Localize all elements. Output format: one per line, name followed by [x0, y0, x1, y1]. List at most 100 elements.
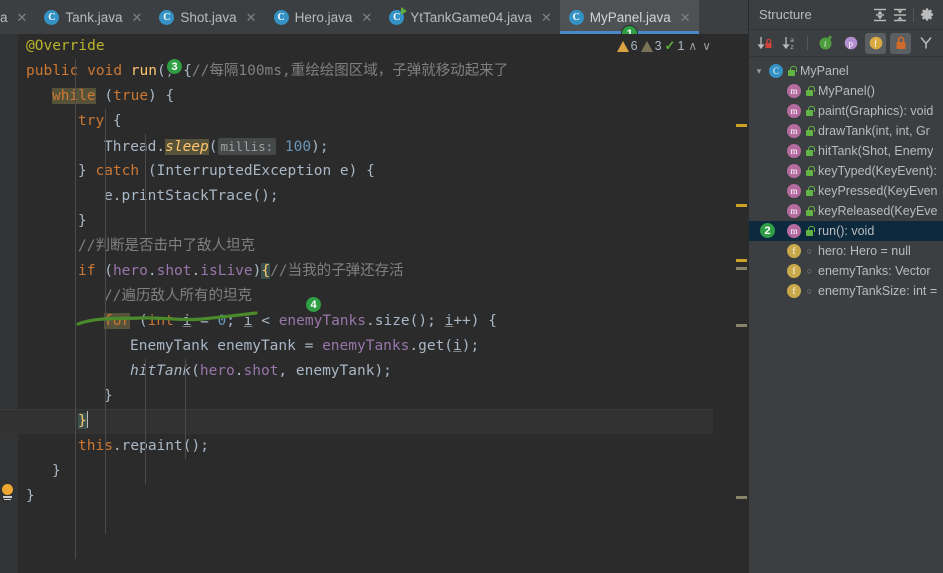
structure-tree[interactable]: ▾ C MyPanel m MyPanel() m paint(Graphics): voi… — [749, 57, 943, 301]
code-line[interactable]: } — [0, 209, 713, 234]
error-stripe-scrollbar[interactable] — [735, 34, 748, 573]
tab-close-icon[interactable]: ✕ — [131, 11, 142, 24]
code-line[interactable]: e.printStackTrace(); — [0, 184, 713, 209]
next-problem-chevron-icon[interactable]: ∨ — [701, 39, 712, 53]
structure-item-label: run(): void — [818, 224, 875, 238]
editor-tab-label: Shot.java — [180, 9, 237, 25]
inspection-status-widget[interactable]: 6 3 ✓ 1 ∧ ∨ — [616, 38, 712, 54]
error-stripe-mark[interactable] — [736, 267, 747, 270]
structure-item-keyreleased-keyeve[interactable]: m keyReleased(KeyEve — [749, 201, 943, 221]
error-stripe-mark[interactable] — [736, 496, 747, 499]
method-icon: m — [787, 104, 801, 118]
code-line[interactable]: try { — [0, 109, 713, 134]
code-line[interactable]: } — [0, 459, 713, 484]
tab-close-icon[interactable]: ✕ — [361, 11, 372, 24]
code-line[interactable]: } catch (InterruptedException e) { — [0, 159, 713, 184]
public-visibility-icon — [805, 185, 815, 197]
weak-warning-count-group[interactable]: 3 — [640, 39, 662, 53]
structure-item-run-void[interactable]: m run(): void 2 — [749, 221, 943, 241]
collapse-all-icon[interactable] — [890, 5, 910, 25]
public-visibility-icon — [787, 65, 797, 77]
code-token: this — [78, 438, 113, 454]
code-line[interactable]: } — [0, 409, 713, 434]
tab-close-icon[interactable]: ✕ — [17, 11, 28, 24]
code-token: } — [78, 163, 96, 179]
code-token: sleep — [165, 139, 209, 155]
method-icon: m — [787, 224, 801, 238]
editor-tab-tank-java[interactable]: C Tank.java ✕ — [35, 0, 150, 34]
code-line[interactable]: } — [0, 484, 713, 509]
structure-tool-window[interactable]: Structure a z i p f ▾ C MyPanel m MyPane… — [748, 0, 943, 573]
editor-tab-a[interactable]: a ✕ — [0, 0, 35, 34]
error-stripe-mark[interactable] — [736, 204, 747, 207]
prev-problem-chevron-icon[interactable]: ∧ — [687, 39, 698, 53]
indent-guide — [75, 59, 76, 559]
structure-item-hittank-shot-enemy[interactable]: m hitTank(Shot, Enemy — [749, 141, 943, 161]
editor-tab-label: a — [0, 9, 8, 25]
sort-alphabetically-icon[interactable]: az — [779, 33, 800, 54]
show-non-public-icon[interactable] — [890, 32, 911, 54]
intention-lightbulb-icon[interactable] — [0, 484, 14, 501]
editor-tab-hero-java[interactable]: C Hero.java ✕ — [265, 0, 381, 34]
tab-close-icon[interactable]: ✕ — [680, 11, 691, 24]
structure-item-hero-hero-null[interactable]: f ○ hero: Hero = null — [749, 241, 943, 261]
code-token: .get( — [409, 338, 454, 354]
code-line[interactable]: Thread.sleep(millis: 100); — [0, 134, 713, 159]
group-by-implementation-icon[interactable] — [915, 33, 936, 54]
code-token: enemyTanks — [322, 338, 410, 354]
code-text[interactable]: @Override public void run() {//每隔100ms,重绘… — [0, 34, 713, 573]
structure-item-mypanel[interactable]: ▾ C MyPanel — [749, 61, 943, 81]
tab-close-icon[interactable]: ✕ — [541, 11, 552, 24]
sort-by-visibility-icon[interactable] — [754, 33, 775, 54]
structure-item-label: MyPanel — [800, 64, 849, 78]
editor-tab-bar[interactable]: a ✕ C Tank.java ✕ C Shot.java ✕ C Hero.java ✕ C YtTa… — [0, 0, 748, 34]
code-token: { — [261, 263, 271, 279]
show-inherited-icon[interactable]: i — [815, 33, 836, 54]
field-icon: f — [787, 244, 801, 258]
show-fields-icon[interactable]: f — [865, 32, 886, 54]
structure-item-keypressed-keyeven[interactable]: m keyPressed(KeyEven — [749, 181, 943, 201]
show-properties-icon[interactable]: p — [840, 33, 861, 54]
code-line[interactable]: if (hero.shot.isLive){//当我的子弹还存活 — [0, 259, 713, 284]
structure-item-keytyped-keyevent[interactable]: m keyTyped(KeyEvent): — [749, 161, 943, 181]
structure-item-enemytanksize-int[interactable]: f ○ enemyTankSize: int = — [749, 281, 943, 301]
code-token: shot — [243, 363, 279, 379]
method-icon: m — [787, 204, 801, 218]
error-stripe-mark[interactable] — [736, 124, 747, 127]
code-line[interactable]: hitTank(hero.shot, enemyTank); — [0, 359, 713, 384]
code-token: hero — [112, 263, 148, 279]
error-stripe-mark[interactable] — [736, 324, 747, 327]
structure-item-drawtank-int-int-gr[interactable]: m drawTank(int, int, Gr — [749, 121, 943, 141]
code-token: } — [78, 213, 87, 229]
settings-gear-icon[interactable] — [917, 5, 937, 25]
expand-all-icon[interactable] — [870, 5, 890, 25]
structure-title: Structure — [759, 7, 812, 22]
structure-item-mypanel[interactable]: m MyPanel() — [749, 81, 943, 101]
chevron-down-icon[interactable]: ▾ — [753, 66, 765, 77]
error-stripe-mark[interactable] — [736, 259, 747, 262]
structure-item-label: hero: Hero = null — [818, 244, 911, 258]
inspection-ok-group[interactable]: ✓ 1 — [665, 38, 685, 54]
code-line[interactable]: public void run() {//每隔100ms,重绘绘图区域，子弹就移… — [0, 59, 713, 84]
structure-item-paint-graphics-void[interactable]: m paint(Graphics): void — [749, 101, 943, 121]
tab-close-icon[interactable]: ✕ — [246, 11, 257, 24]
code-line[interactable]: //遍历敌人所有的坦克 — [0, 284, 713, 309]
code-line[interactable]: while (true) { — [0, 84, 713, 109]
structure-item-label: keyPressed(KeyEven — [818, 184, 938, 198]
code-line[interactable]: //判断是否击中了敌人坦克 — [0, 234, 713, 259]
warning-count-group[interactable]: 6 — [616, 39, 638, 53]
code-line[interactable]: } — [0, 384, 713, 409]
editor-tab-mypanel-java[interactable]: C MyPanel.java ✕ 1 — [559, 0, 699, 34]
class-icon: C — [568, 9, 584, 25]
code-editor[interactable]: 6 3 ✓ 1 ∧ ∨ @Override public void run() {… — [0, 34, 748, 573]
structure-item-enemytanks-vector[interactable]: f ○ enemyTanks: Vector — [749, 261, 943, 281]
code-line[interactable]: this.repaint(); — [0, 434, 713, 459]
structure-toolbar[interactable]: az i p f — [749, 30, 943, 57]
svg-text:p: p — [848, 39, 853, 49]
editor-tab-yttankgame04-java[interactable]: C YtTankGame04.java ✕ — [380, 0, 559, 34]
handdrawn-green-underline — [76, 311, 258, 326]
code-line[interactable]: @Override — [0, 34, 713, 59]
code-line[interactable]: EnemyTank enemyTank = enemyTanks.get(i); — [0, 334, 713, 359]
editor-tab-shot-java[interactable]: C Shot.java ✕ — [150, 0, 264, 34]
code-token: ( — [208, 139, 218, 155]
